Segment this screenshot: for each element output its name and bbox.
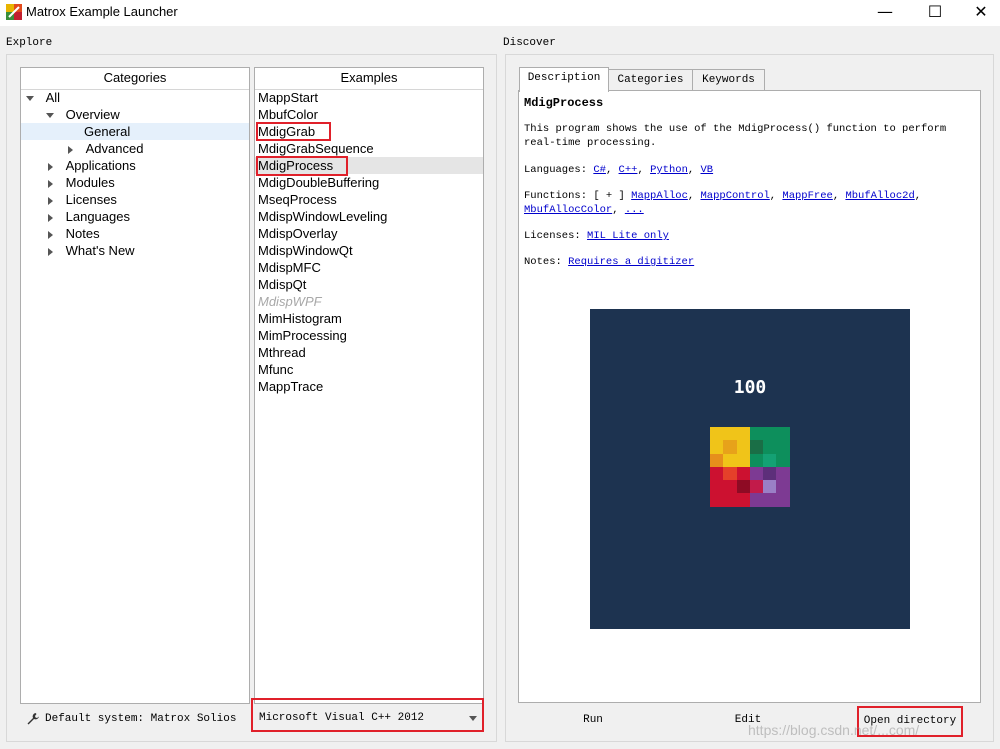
collapse-arrow-icon[interactable]: [48, 179, 53, 188]
function-more-link[interactable]: ...: [625, 204, 644, 216]
language-link-python[interactable]: Python: [650, 164, 688, 176]
list-item[interactable]: MdispWindowLeveling: [258, 208, 387, 225]
list-item[interactable]: MappStart: [258, 89, 318, 106]
examples-header[interactable]: Examples: [255, 68, 483, 90]
list-item[interactable]: MdispMFC: [258, 259, 321, 276]
list-item[interactable]: MseqProcess: [258, 191, 337, 208]
tree-item-licenses[interactable]: Licenses: [48, 191, 117, 208]
categories-header[interactable]: Categories: [21, 68, 249, 90]
tree-item-all[interactable]: All: [26, 89, 60, 106]
chevron-down-icon[interactable]: [469, 716, 477, 721]
list-item[interactable]: MimHistogram: [258, 310, 342, 327]
description-pane: MdigProcess This program shows the use o…: [518, 90, 981, 703]
compiler-select[interactable]: Microsoft Visual C++ 2012: [251, 698, 484, 732]
annotation-box: [256, 122, 331, 141]
discover-label: Discover: [503, 37, 556, 49]
functions-row: Functions: [ + ] MappAlloc, MappControl,…: [524, 190, 922, 216]
list-item[interactable]: MbufColor: [258, 106, 318, 123]
run-button[interactable]: Run: [553, 707, 633, 735]
expand-arrow-icon[interactable]: [46, 113, 54, 119]
tree-item-general[interactable]: General: [21, 123, 249, 140]
example-title: MdigProcess: [524, 96, 604, 110]
tree-item-modules[interactable]: Modules: [48, 174, 115, 191]
example-description: This program shows the use of the MdigPr…: [524, 123, 947, 149]
list-item[interactable]: MdispWindowQt: [258, 242, 353, 259]
title-bar: Matrox Example Launcher — ☐ ✕: [0, 0, 1000, 26]
compiler-select-value: Microsoft Visual C++ 2012: [259, 712, 425, 724]
language-link-cpp[interactable]: C++: [619, 164, 638, 176]
tab-keywords[interactable]: Keywords: [692, 69, 765, 91]
categories-panel: Categories All Overview General Advanced…: [20, 67, 250, 704]
app-logo-icon: [6, 4, 22, 20]
language-link-csharp[interactable]: C#: [593, 164, 606, 176]
function-link[interactable]: MappControl: [700, 190, 769, 202]
default-system-label: Default system: Matrox Solios: [45, 713, 237, 725]
functions-expand-toggle[interactable]: [ + ]: [593, 190, 625, 202]
tree-item-whats-new[interactable]: What's New: [48, 242, 135, 259]
preview-counter: 100: [733, 377, 767, 398]
functions-label: Functions:: [524, 190, 588, 202]
licenses-label: Licenses:: [524, 230, 581, 242]
languages-row: Languages: C#, C++, Python, VB: [524, 164, 714, 176]
notes-link[interactable]: Requires a digitizer: [568, 256, 694, 268]
collapse-arrow-icon[interactable]: [48, 247, 53, 256]
language-link-vb[interactable]: VB: [700, 164, 713, 176]
minimize-button[interactable]: —: [862, 0, 908, 26]
license-link[interactable]: MIL Lite only: [587, 230, 669, 242]
list-item[interactable]: MimProcessing: [258, 327, 347, 344]
close-button[interactable]: ✕: [958, 0, 1000, 26]
tree-item-overview[interactable]: Overview: [46, 106, 120, 123]
list-item[interactable]: MdispQt: [258, 276, 306, 293]
tree-item-languages[interactable]: Languages: [48, 208, 130, 225]
example-preview-image: 100: [590, 309, 910, 629]
notes-row: Notes: Requires a digitizer: [524, 255, 694, 269]
list-item[interactable]: MdispOverlay: [258, 225, 337, 242]
notes-label: Notes:: [524, 256, 562, 268]
maximize-button[interactable]: ☐: [912, 0, 958, 26]
collapse-arrow-icon[interactable]: [68, 145, 73, 154]
annotation-box: [256, 156, 348, 176]
function-link[interactable]: MappAlloc: [631, 190, 688, 202]
tree-item-notes[interactable]: Notes: [48, 225, 100, 242]
list-item[interactable]: Mfunc: [258, 361, 293, 378]
tab-categories[interactable]: Categories: [607, 69, 694, 91]
tree-item-applications[interactable]: Applications: [48, 157, 136, 174]
list-item[interactable]: MdigDoubleBuffering: [258, 174, 379, 191]
languages-label: Languages:: [524, 164, 588, 176]
preview-color-grid: [710, 427, 790, 507]
wrench-icon: [26, 712, 40, 726]
expand-arrow-icon[interactable]: [26, 96, 34, 102]
examples-panel: Examples MappStart MbufColor MdigGrab Md…: [254, 67, 484, 704]
watermark-text: https://blog.csdn.net/...com/: [748, 722, 920, 738]
function-link[interactable]: MbufAllocColor: [524, 204, 612, 216]
window-title: Matrox Example Launcher: [26, 4, 178, 19]
collapse-arrow-icon[interactable]: [48, 162, 53, 171]
tab-description[interactable]: Description: [519, 67, 609, 92]
licenses-row: Licenses: MIL Lite only: [524, 229, 669, 243]
collapse-arrow-icon[interactable]: [48, 230, 53, 239]
collapse-arrow-icon[interactable]: [48, 196, 53, 205]
function-link[interactable]: MappFree: [782, 190, 832, 202]
list-item[interactable]: MappTrace: [258, 378, 323, 395]
collapse-arrow-icon[interactable]: [48, 213, 53, 222]
function-link[interactable]: MbufAlloc2d: [845, 190, 914, 202]
explore-label: Explore: [6, 37, 53, 49]
list-item-disabled: MdispWPF: [258, 294, 322, 309]
list-item[interactable]: Mthread: [258, 344, 306, 361]
tree-item-advanced[interactable]: Advanced: [68, 140, 143, 157]
list-item[interactable]: MdigGrabSequence: [258, 140, 374, 157]
